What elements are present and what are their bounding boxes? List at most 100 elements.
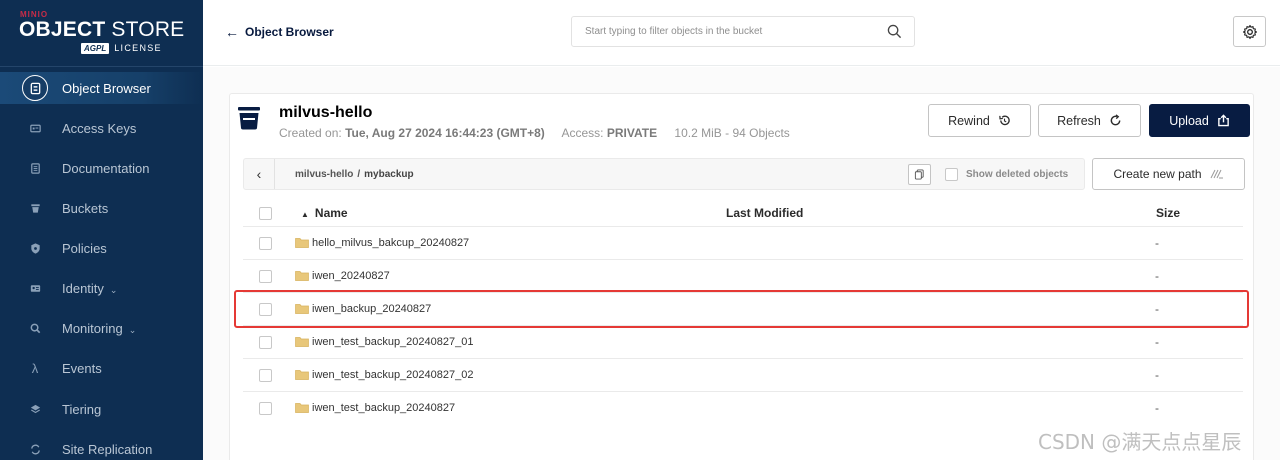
sidebar-item-identity[interactable]: Identity ⌄	[0, 272, 203, 304]
sidebar-item-label: Documentation	[62, 160, 150, 176]
table-row[interactable]: iwen_test_backup_20240827_02 -	[243, 359, 1243, 392]
document-icon	[22, 155, 48, 181]
refresh-icon	[1110, 114, 1121, 126]
folder-icon	[295, 337, 309, 347]
row-checkbox[interactable]	[259, 402, 272, 415]
main-content: milvus-hello Created on: Tue, Aug 27 202…	[203, 67, 1280, 460]
row-size: -	[1155, 269, 1159, 283]
gear-icon	[1242, 24, 1257, 39]
row-checkbox[interactable]	[259, 237, 272, 250]
sidebar-item-site-replication[interactable]: Site Replication	[0, 433, 203, 460]
sidebar-item-tiering[interactable]: Tiering	[0, 393, 203, 425]
refresh-button[interactable]: Refresh	[1038, 104, 1141, 137]
new-path-icon	[1210, 169, 1223, 179]
folder-icon	[295, 370, 309, 380]
search-input[interactable]	[572, 17, 872, 46]
brand-logo[interactable]: MINIO OBJECT STORE AGPL LICENSE	[19, 10, 189, 58]
sidebar-item-documentation[interactable]: Documentation	[0, 152, 203, 184]
license-label: LICENSE	[114, 43, 162, 53]
folder-icon	[295, 238, 309, 248]
row-checkbox[interactable]	[259, 336, 272, 349]
copy-path-button[interactable]	[908, 164, 931, 185]
breadcrumb: milvus-hello / mybackup	[295, 169, 414, 180]
magnifier-icon	[22, 315, 48, 341]
created-value: Tue, Aug 27 2024 16:44:23 (GMT+8)	[345, 126, 545, 140]
row-name: iwen_test_backup_20240827_01	[312, 336, 474, 348]
rewind-button[interactable]: Rewind	[928, 104, 1031, 137]
sidebar-item-monitoring[interactable]: Monitoring ⌄	[0, 312, 203, 344]
lambda-icon: λ	[31, 360, 39, 376]
select-all-checkbox[interactable]	[259, 207, 272, 220]
row-checkbox[interactable]	[259, 303, 272, 316]
rewind-icon	[999, 115, 1010, 126]
upload-button[interactable]: Upload	[1149, 104, 1250, 137]
rewind-label: Rewind	[948, 113, 990, 128]
breadcrumb-separator: /	[357, 169, 361, 180]
search-icon[interactable]	[887, 24, 902, 39]
row-size: -	[1155, 236, 1159, 250]
create-new-path-button[interactable]: Create new path	[1092, 158, 1245, 190]
row-size: -	[1155, 302, 1159, 316]
sidebar: MINIO OBJECT STORE AGPL LICENSE Object B…	[0, 0, 203, 460]
table-row[interactable]: iwen_20240827 -	[243, 260, 1243, 293]
bucket-name: milvus-hello	[279, 104, 373, 121]
row-name: iwen_test_backup_20240827	[312, 402, 456, 414]
search-box	[571, 16, 915, 47]
sidebar-item-label: Tiering	[62, 401, 102, 417]
show-deleted-label: Show deleted objects	[966, 169, 1069, 180]
row-size: -	[1155, 335, 1159, 349]
sort-asc-icon: ▲	[301, 210, 309, 219]
table-row[interactable]: hello_milvus_bakcup_20240827 -	[243, 227, 1243, 260]
sidebar-item-label: Monitoring ⌄	[62, 320, 137, 336]
row-name: iwen_test_backup_20240827_02	[312, 369, 474, 381]
bucket-meta: Created on: Tue, Aug 27 2024 16:44:23 (G…	[279, 126, 790, 140]
row-name: iwen_backup_20240827	[312, 303, 432, 315]
create-path-label: Create new path	[1113, 167, 1202, 181]
sidebar-item-label: Site Replication	[62, 441, 153, 457]
brand-title: OBJECT STORE	[19, 18, 185, 41]
path-back-button[interactable]: ‹	[244, 159, 275, 189]
replication-icon	[22, 436, 48, 460]
show-deleted-checkbox[interactable]	[945, 168, 958, 181]
bucket-panel: milvus-hello Created on: Tue, Aug 27 202…	[229, 93, 1254, 460]
shield-icon	[22, 235, 48, 261]
access-value: PRIVATE	[606, 126, 658, 140]
sidebar-item-access-keys[interactable]: Access Keys	[0, 112, 203, 144]
upload-icon	[1217, 114, 1229, 127]
brand-license: AGPL LICENSE	[81, 42, 162, 54]
sidebar-item-object-browser[interactable]: Object Browser	[0, 72, 203, 104]
identity-icon	[22, 275, 48, 301]
row-name: iwen_20240827	[312, 270, 390, 282]
bucket-icon	[238, 107, 260, 130]
table-row[interactable]: iwen_test_backup_20240827_01 -	[243, 326, 1243, 359]
sidebar-item-events[interactable]: λ Events	[0, 352, 203, 384]
page-title: Object Browser	[245, 25, 334, 39]
sidebar-item-policies[interactable]: Policies	[0, 232, 203, 264]
access-label: Access:	[561, 126, 604, 140]
chevron-down-icon: ⌄	[128, 324, 137, 335]
column-last-modified[interactable]: Last Modified	[726, 206, 803, 220]
chevron-down-icon: ⌄	[109, 284, 118, 295]
top-bar: ← Object Browser	[203, 0, 1280, 66]
path-bar: ‹ milvus-hello / mybackup Show deleted obj…	[243, 158, 1085, 190]
bucket-icon	[22, 195, 48, 221]
row-checkbox[interactable]	[259, 369, 272, 382]
settings-button[interactable]	[1233, 16, 1266, 47]
sidebar-item-label: Identity ⌄	[62, 280, 118, 296]
layers-icon	[22, 396, 48, 422]
upload-label: Upload	[1169, 113, 1209, 128]
watermark: CSDN @满天点点星辰	[1038, 430, 1242, 454]
row-checkbox[interactable]	[259, 270, 272, 283]
back-arrow-icon[interactable]: ←	[225, 24, 239, 40]
sidebar-item-label: Buckets	[62, 200, 109, 216]
show-deleted-toggle[interactable]: Show deleted objects	[945, 168, 1068, 181]
folder-icon	[295, 304, 309, 314]
table-row[interactable]: iwen_backup_20240827 -	[243, 293, 1243, 326]
sidebar-item-buckets[interactable]: Buckets	[0, 192, 203, 224]
folder-icon	[295, 403, 309, 413]
column-size[interactable]: Size	[1156, 206, 1180, 220]
table-row[interactable]: iwen_test_backup_20240827 -	[243, 392, 1243, 425]
column-name[interactable]: ▲ Name	[301, 206, 348, 220]
object-browser-icon	[22, 75, 48, 101]
breadcrumb-root[interactable]: milvus-hello	[295, 169, 353, 180]
